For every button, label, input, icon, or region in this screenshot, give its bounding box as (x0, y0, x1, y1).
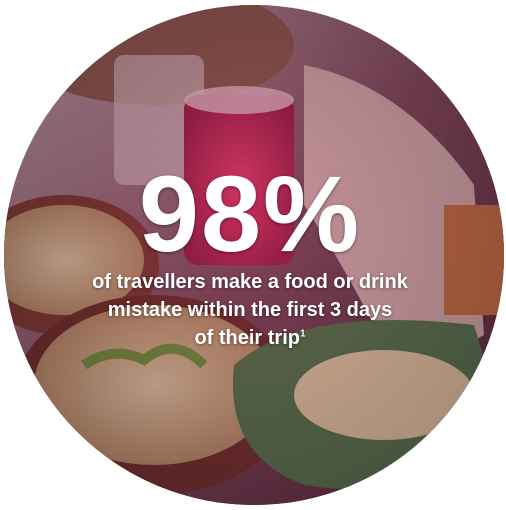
stat-percentage: 98% (138, 153, 362, 274)
stat-caption: of travellers make a food or drink mista… (0, 268, 500, 352)
caption-line-3: of their trip1 (0, 324, 500, 352)
footnote-marker: 1 (299, 328, 306, 340)
caption-line-3-text: of their trip (194, 327, 300, 349)
caption-line-2: mistake within the first 3 days (107, 299, 393, 321)
infographic: 98% of travellers make a food or drink m… (0, 0, 506, 510)
caption-line-1: of travellers make a food or drink (92, 271, 408, 293)
